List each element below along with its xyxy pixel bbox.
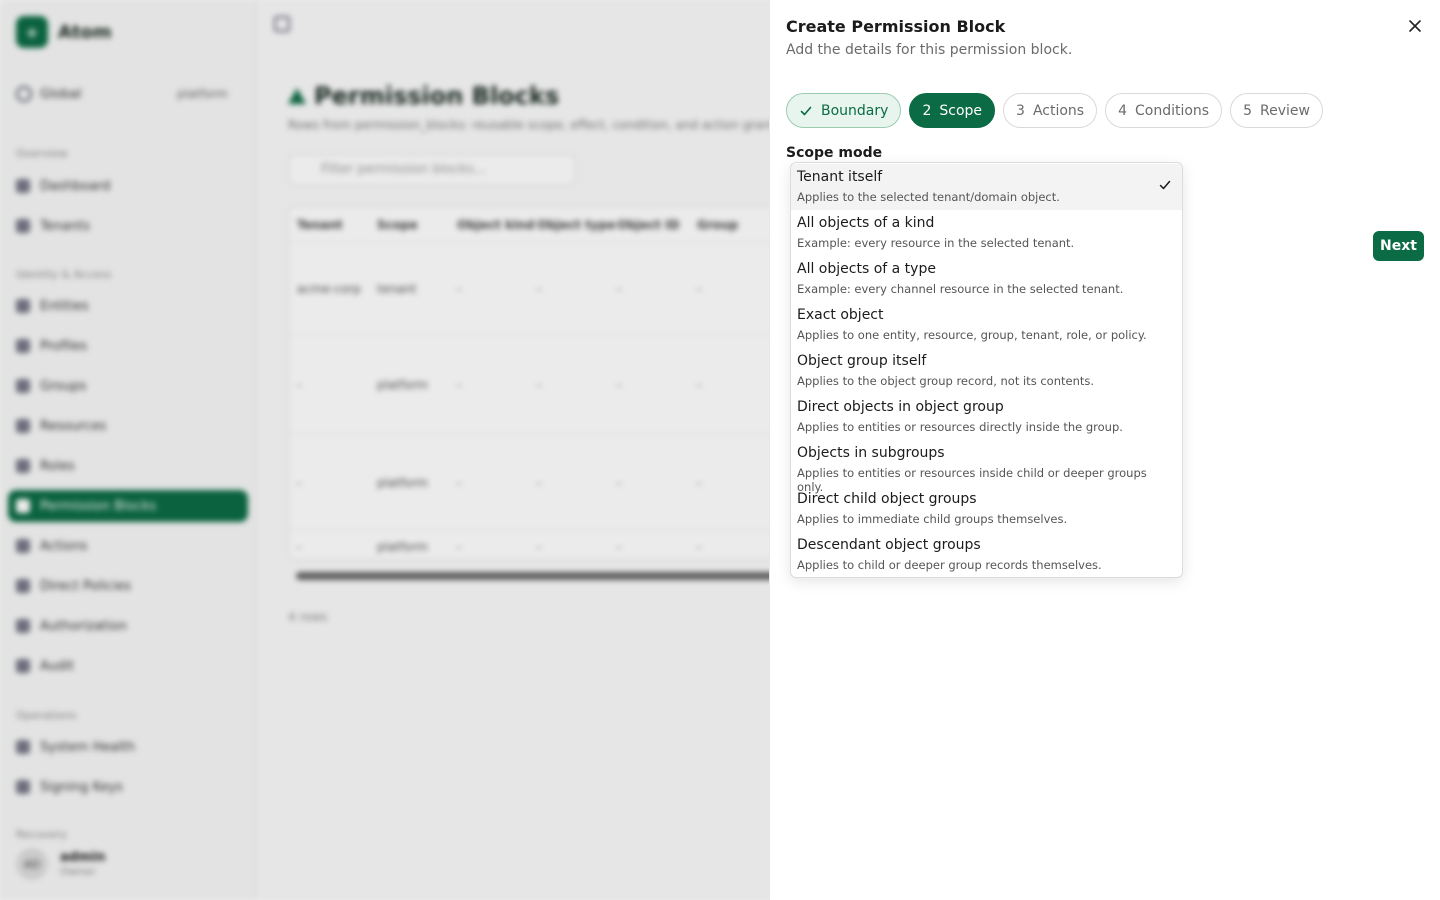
scope-mode-dropdown: Tenant itself Applies to the selected te… [790, 162, 1183, 578]
step-label: Review [1260, 102, 1310, 119]
scope-option-all-of-kind[interactable]: All objects of a kind Example: every res… [791, 210, 1182, 256]
drawer-subtitle: Add the details for this permission bloc… [786, 42, 1073, 58]
option-description: Applies to the object group record, not … [797, 374, 1095, 388]
scope-option-objects-in-subgroups[interactable]: Objects in subgroups Applies to entities… [791, 440, 1182, 494]
step-number: 5 [1243, 102, 1253, 119]
next-button[interactable]: Next [1373, 231, 1424, 261]
option-description: Applies to child or deeper group records… [797, 558, 1102, 572]
option-description: Example: every resource in the selected … [797, 236, 1075, 250]
scope-option-object-group-itself[interactable]: Object group itself Applies to the objec… [791, 348, 1182, 394]
close-button[interactable] [1403, 16, 1427, 36]
scope-option-descendant-groups[interactable]: Descendant object groups Applies to chil… [791, 532, 1182, 577]
scope-option-exact-object[interactable]: Exact object Applies to one entity, reso… [791, 302, 1182, 348]
scope-option-all-of-type[interactable]: All objects of a type Example: every cha… [791, 256, 1182, 302]
step-label: Boundary [821, 102, 889, 119]
step-label: Conditions [1135, 102, 1210, 119]
check-icon [1159, 180, 1171, 190]
option-title: All objects of a type [797, 261, 936, 277]
check-icon [800, 106, 812, 115]
option-description: Applies to the selected tenant/domain ob… [797, 190, 1060, 204]
scope-option-tenant-itself[interactable]: Tenant itself Applies to the selected te… [791, 164, 1182, 210]
option-title: All objects of a kind [797, 215, 935, 231]
scope-option-direct-objects-in-group[interactable]: Direct objects in object group Applies t… [791, 394, 1182, 440]
step-conditions[interactable]: 4 Conditions [1105, 93, 1223, 128]
step-boundary[interactable]: Boundary [786, 93, 902, 128]
option-title: Direct objects in object group [797, 399, 1004, 415]
option-description: Applies to one entity, resource, group, … [797, 328, 1147, 342]
option-title: Exact object [797, 307, 884, 323]
option-description: Applies to entities or resources directl… [797, 420, 1123, 434]
step-number: 3 [1016, 102, 1025, 119]
option-title: Descendant object groups [797, 537, 981, 553]
option-title: Direct child object groups [797, 491, 977, 507]
drawer-title: Create Permission Block [786, 17, 1006, 36]
step-label: Actions [1032, 102, 1085, 119]
option-description: Example: every channel resource in the s… [797, 282, 1124, 296]
step-review[interactable]: 5 Review [1230, 93, 1323, 128]
close-icon [1409, 20, 1421, 32]
create-permission-block-drawer: Create Permission Block Add the details … [769, 0, 1440, 900]
step-scope[interactable]: 2 Scope [909, 93, 996, 128]
step-number: 2 [922, 102, 932, 119]
option-title: Object group itself [797, 353, 927, 369]
option-title: Objects in subgroups [797, 445, 945, 461]
wizard-stepper: Boundary 2 Scope 3 Actions 4 Conditions … [786, 93, 1323, 128]
step-actions[interactable]: 3 Actions [1003, 93, 1098, 128]
option-description: Applies to immediate child groups themse… [797, 512, 1068, 526]
step-number: 4 [1118, 102, 1127, 119]
scope-option-direct-child-groups[interactable]: Direct child object groups Applies to im… [791, 486, 1182, 532]
option-title: Tenant itself [797, 169, 883, 185]
scope-mode-label: Scope mode [786, 145, 883, 161]
step-label: Scope [939, 102, 983, 119]
